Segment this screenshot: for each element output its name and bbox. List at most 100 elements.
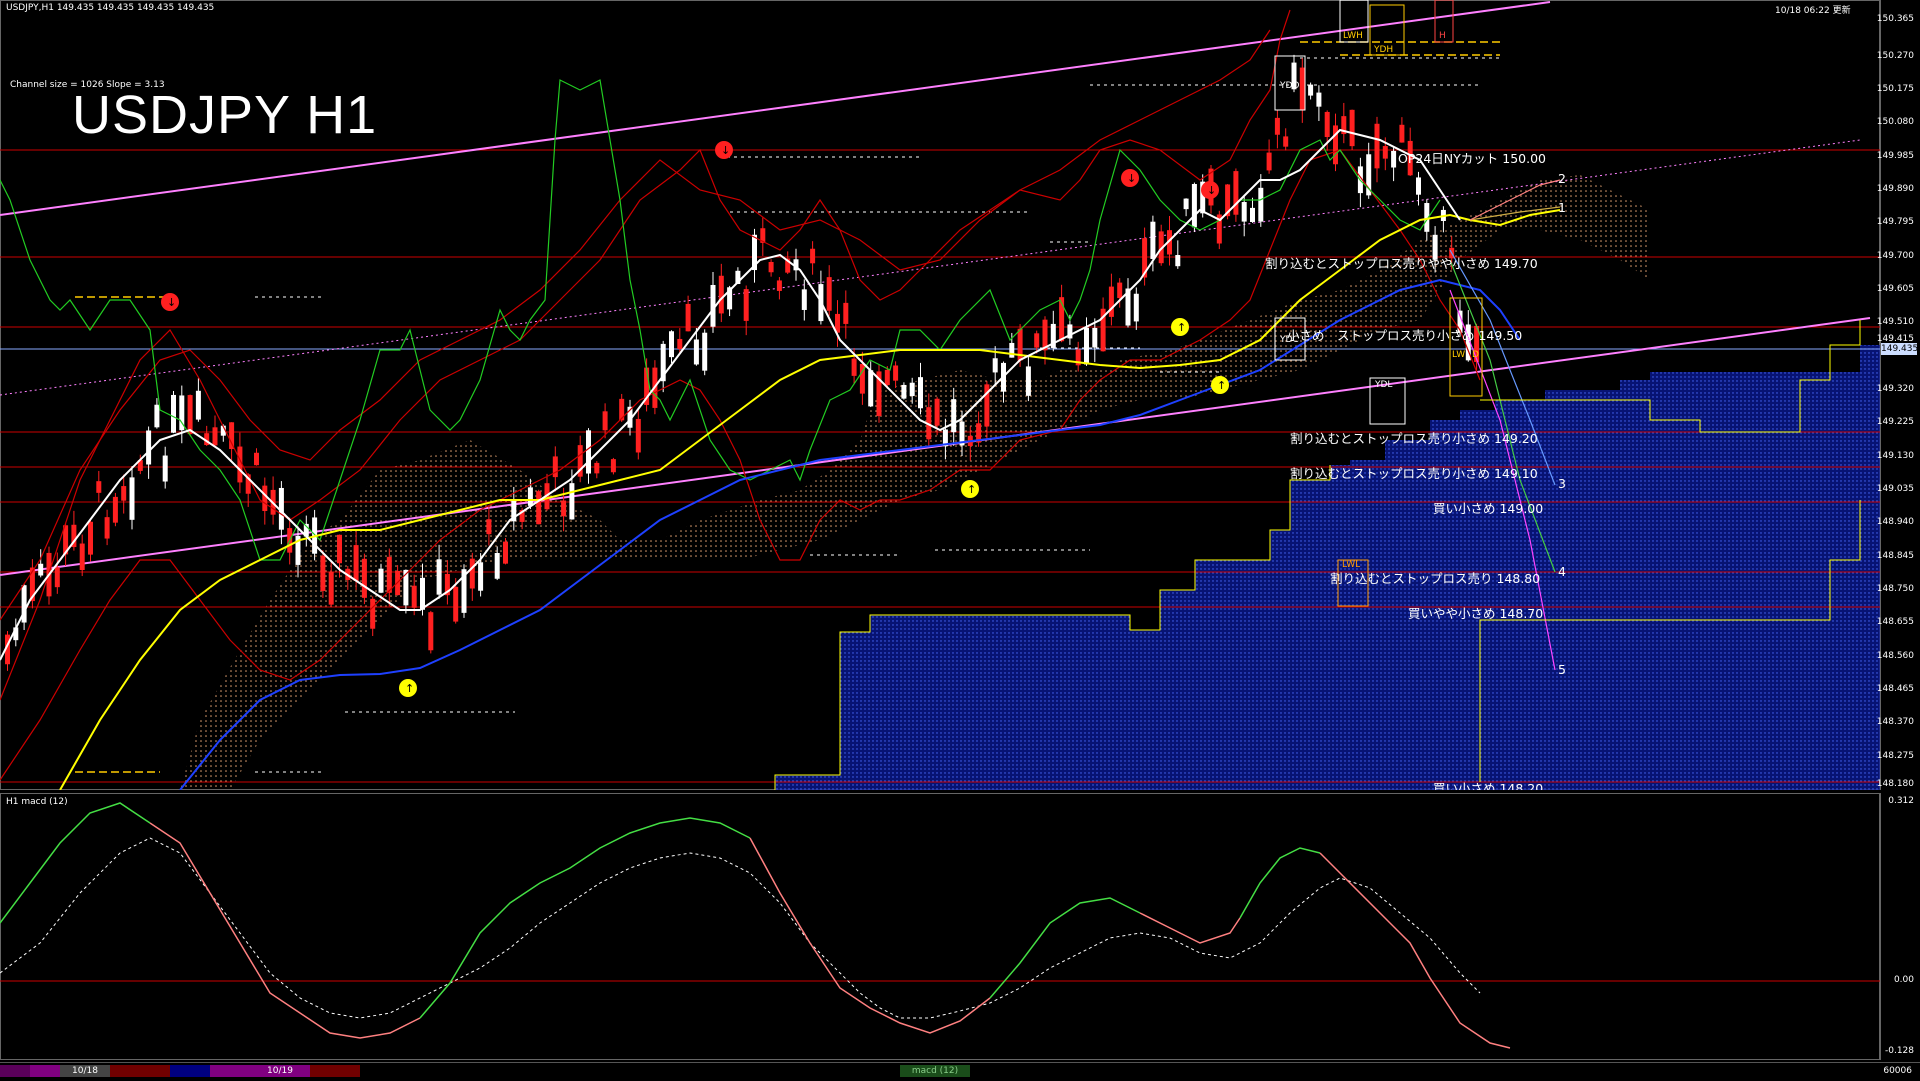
candle-body <box>677 338 683 349</box>
price-tick: 149.130 <box>1876 451 1914 461</box>
candle-body <box>494 552 500 579</box>
label-h: H <box>1439 31 1446 41</box>
chart-window[interactable]: USDJPY,H1 149.435 149.435 149.435 149.43… <box>0 0 1920 1081</box>
symbol-title: USDJPY H1 <box>72 85 378 145</box>
price-tick: 149.320 <box>1876 384 1914 394</box>
level-label-149-20: 割り込むとストップロス売り小さめ 149.20 <box>1290 431 1538 446</box>
macd-line-down-1 <box>149 822 421 1039</box>
candle-body <box>1374 123 1380 169</box>
candle-body <box>187 395 193 435</box>
price-tick: 149.700 <box>1876 251 1914 261</box>
candle-body <box>1308 84 1314 96</box>
candle-body <box>370 598 376 629</box>
macd-tick: 0.312 <box>1888 796 1914 806</box>
price-tick: 150.175 <box>1876 84 1914 94</box>
macd-border <box>0 793 1880 1060</box>
candle-body <box>884 369 890 386</box>
candle-body <box>951 399 957 433</box>
level-label-148-80: 割り込むとストップロス売り 148.80 <box>1330 571 1540 586</box>
level-label-149-10: 割り込むとストップロス売り小さめ 149.10 <box>1290 466 1538 481</box>
candle-body <box>569 483 575 520</box>
scenario-1: 1 <box>1558 200 1566 215</box>
candle-body <box>1316 92 1322 107</box>
color-strip <box>210 1065 250 1077</box>
candle-body <box>1108 286 1114 317</box>
candle-body <box>843 302 849 324</box>
candle-body <box>561 500 567 517</box>
price-tick: 149.605 <box>1876 284 1914 294</box>
label-ydo: YDO <box>1279 81 1300 91</box>
candle-body <box>38 563 44 576</box>
candle-body <box>1175 255 1181 267</box>
level-label-149-50: 小さめ ストップロス売り小さめ 149.50 <box>1287 328 1522 343</box>
candle-body <box>536 491 542 525</box>
candle-body <box>992 358 998 373</box>
price-tick: 150.270 <box>1876 51 1914 61</box>
main-price-panel[interactable]: YDO YDH YDC YDL LWH LWL LW D H ↓ ↓ ↓ ↓ ↑… <box>0 0 1880 790</box>
candle-body <box>669 331 674 358</box>
macd-axis[interactable]: 0.312 0.00 -0.128 <box>1880 793 1920 1060</box>
tab-macd[interactable]: macd (12) <box>900 1065 970 1077</box>
candle-body <box>909 382 915 397</box>
label-lw: LW <box>1452 350 1465 360</box>
macd-chart[interactable] <box>0 793 1880 1060</box>
candle-body <box>1183 198 1189 210</box>
tab-date-1[interactable]: 10/18 <box>60 1065 110 1077</box>
candle-body <box>1283 136 1289 147</box>
color-strip <box>110 1065 170 1077</box>
bottom-right-value: 60006 <box>1883 1066 1912 1076</box>
candle-body <box>610 459 616 473</box>
price-tick: 149.890 <box>1876 184 1914 194</box>
candle-body <box>1025 366 1031 396</box>
candle-body <box>411 585 417 608</box>
candle-body <box>776 280 782 291</box>
price-axis[interactable]: 150.365 150.270 150.175 150.080 149.985 … <box>1876 0 1920 790</box>
candle-body <box>1399 124 1405 143</box>
candle-body <box>1250 207 1255 222</box>
candle-body <box>552 456 558 478</box>
tab-date-2[interactable]: 10/19 <box>250 1065 310 1077</box>
svg-text:↑: ↑ <box>405 682 414 695</box>
candle-body <box>478 562 484 591</box>
candle-body <box>104 517 110 539</box>
price-tick: 148.560 <box>1876 651 1914 661</box>
macd-line-down-4 <box>1319 852 1511 1049</box>
candle-body <box>685 303 691 332</box>
candle-body <box>328 571 334 605</box>
candle-body <box>486 519 492 535</box>
candle-body <box>146 430 152 465</box>
macd-panel[interactable] <box>0 793 1880 1060</box>
candle-body <box>586 430 591 474</box>
candle-body <box>129 477 135 520</box>
scenario-4: 4 <box>1558 564 1566 579</box>
macd-line-up-3 <box>989 897 1141 999</box>
level-label-148-20: 買い小さめ 148.20 <box>1433 781 1543 790</box>
price-tick: 149.035 <box>1876 484 1914 494</box>
candle-body <box>918 377 923 409</box>
candle-body <box>693 339 699 365</box>
candle-body <box>212 427 218 446</box>
candle-body <box>121 486 127 501</box>
candle-body <box>1092 327 1098 348</box>
candle-body <box>1009 342 1015 358</box>
price-tick: 148.180 <box>1876 779 1914 789</box>
candle-body <box>1299 67 1305 111</box>
candle-body <box>96 481 102 493</box>
candle-body <box>1274 117 1280 135</box>
label-lwl: LWL <box>1342 560 1360 570</box>
candle-body <box>162 455 168 482</box>
price-tick: 149.795 <box>1876 217 1914 227</box>
candle-body <box>353 545 359 581</box>
price-tick: 150.080 <box>1876 117 1914 127</box>
macd-tick: -0.128 <box>1884 1046 1914 1056</box>
current-price-marker: 149.435 <box>1881 343 1919 355</box>
price-tick: 148.655 <box>1876 617 1914 627</box>
candle-body <box>826 277 832 311</box>
candle-body <box>262 485 268 512</box>
scenario-5: 5 <box>1558 662 1566 677</box>
candle-body <box>320 555 326 591</box>
candle-body <box>361 558 367 598</box>
candle-body <box>635 418 641 453</box>
candle-body <box>801 289 807 310</box>
svg-text:↑: ↑ <box>1217 379 1226 392</box>
